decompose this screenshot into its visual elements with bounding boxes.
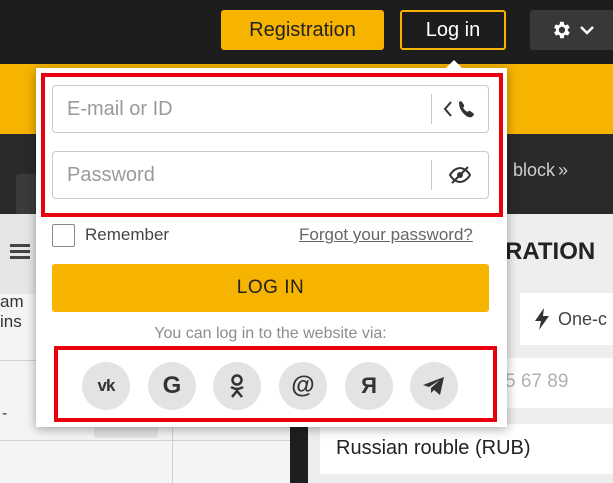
block-link[interactable]: block» [510, 160, 568, 182]
registration-title: RATION [505, 238, 596, 265]
social-login-highlight [54, 346, 497, 422]
login-submit-button[interactable]: LOG IN [52, 264, 489, 312]
team-wins-line-2: ins [0, 312, 22, 331]
tab-one-click-label: One-c [558, 308, 608, 329]
team-wins-header: am ins [0, 292, 24, 332]
gear-icon [553, 21, 570, 39]
chevron-down-icon [579, 26, 594, 35]
phone-placeholder: 5 67 89 [505, 371, 569, 392]
credentials-highlight [41, 73, 503, 217]
remember-checkbox[interactable] [52, 224, 75, 247]
settings-button[interactable] [530, 10, 613, 50]
search-tab[interactable] [16, 174, 38, 214]
lightning-icon [535, 308, 549, 330]
menu-icon[interactable] [10, 244, 30, 260]
tab-one-click[interactable]: One-c [520, 293, 613, 345]
registration-button[interactable]: Registration [221, 10, 384, 50]
login-button[interactable]: Log in [400, 10, 506, 50]
team-wins-line-1: am [0, 292, 24, 311]
row-divider [0, 440, 290, 441]
social-login-caption: You can log in to the website via: [154, 325, 387, 342]
remember-label: Remember [85, 225, 170, 244]
currency-value: Russian rouble (RUB) [336, 437, 531, 459]
forgot-password-link[interactable]: Forgot your password? [299, 225, 473, 245]
popup-pointer [446, 60, 462, 68]
double-chevron-icon: » [558, 160, 569, 180]
empty-odds-dash: - [2, 405, 8, 422]
block-link-label: block [513, 160, 556, 180]
